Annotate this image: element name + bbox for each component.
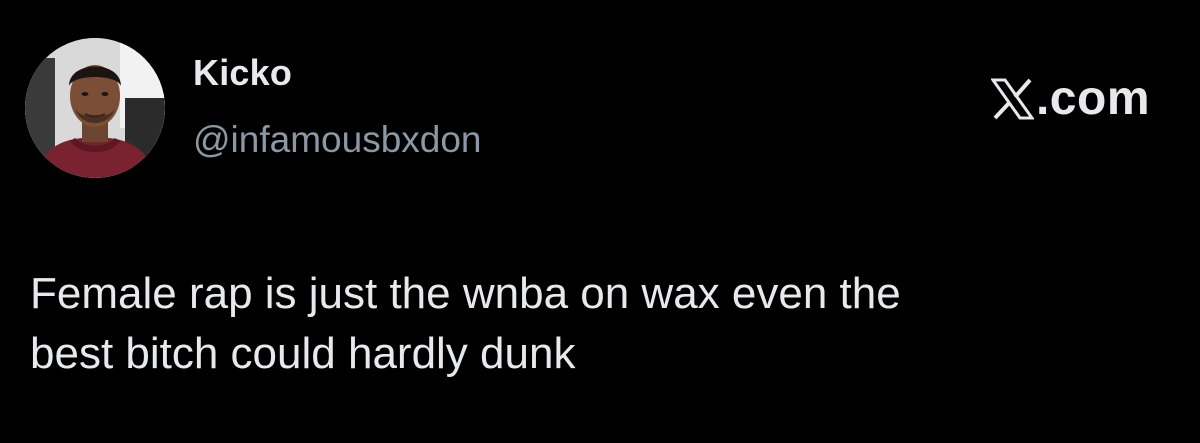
tweet-text: Female rap is just the wnba on wax even … bbox=[30, 269, 901, 378]
avatar-photo bbox=[25, 38, 165, 178]
handle[interactable]: @infamousbxdon bbox=[193, 121, 482, 158]
display-name[interactable]: Kicko bbox=[193, 55, 292, 91]
x-com-watermark: .com bbox=[990, 72, 1150, 125]
x-logo-icon bbox=[990, 78, 1035, 120]
avatar[interactable] bbox=[25, 38, 165, 178]
brand-suffix: .com bbox=[1035, 72, 1150, 125]
tweet-card: Kicko @infamousbxdon .com Female rap is … bbox=[0, 0, 1200, 443]
